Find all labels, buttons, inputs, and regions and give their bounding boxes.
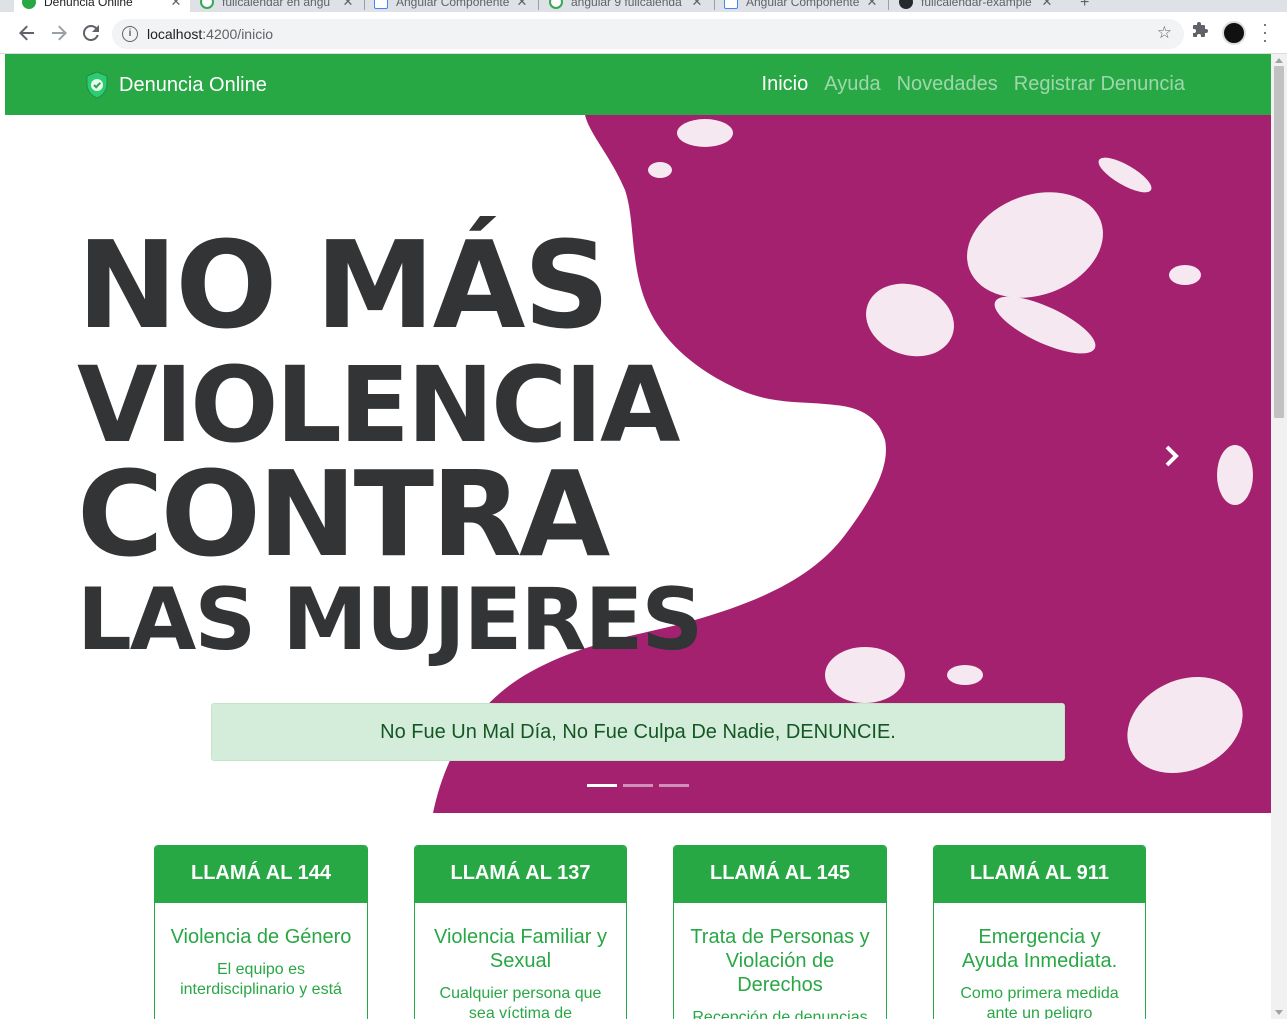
url-path: :4200/inicio bbox=[202, 26, 274, 42]
url-host: localhost bbox=[147, 26, 203, 42]
browser-tab-5[interactable]: Angular Componente ✕ bbox=[716, 0, 886, 12]
tab-separator bbox=[538, 0, 539, 10]
reload-button[interactable] bbox=[80, 22, 102, 44]
card-title: Trata de Personas y Violación de Derecho… bbox=[690, 926, 870, 996]
address-bar[interactable]: i localhost:4200/inicio ☆ bbox=[112, 19, 1184, 49]
tab-separator bbox=[714, 0, 715, 10]
nav-link-ayuda[interactable]: Ayuda bbox=[824, 73, 880, 96]
browser-tab-3[interactable]: Angular Componente ✕ bbox=[366, 0, 536, 12]
card-header: LLAMÁ AL 145 bbox=[674, 846, 886, 903]
browser-tab-4[interactable]: angular 9 fullcalenda ✕ bbox=[541, 0, 711, 12]
green-circle-favicon-icon bbox=[200, 0, 214, 9]
tab-title: Angular Componente bbox=[746, 0, 860, 9]
shield-favicon-icon bbox=[22, 0, 36, 9]
card-145: LLAMÁ AL 145 Trata de Personas y Violaci… bbox=[673, 845, 887, 1019]
github-favicon-icon bbox=[899, 0, 913, 9]
headline-line-2: VIOLENCIA bbox=[77, 344, 680, 466]
tab-title: Angular Componente bbox=[396, 0, 510, 9]
card-137: LLAMÁ AL 137 Violencia Familiar y Sexual… bbox=[414, 845, 627, 1019]
url-text: localhost:4200/inicio bbox=[147, 26, 273, 42]
tab-separator bbox=[888, 0, 889, 10]
browser-toolbar: i localhost:4200/inicio ☆ · · · bbox=[0, 12, 1287, 54]
carousel-next-button[interactable] bbox=[1160, 441, 1184, 471]
browser-tab-6[interactable]: fullcalendar-example ✕ bbox=[891, 0, 1061, 12]
doc-favicon-icon bbox=[374, 0, 388, 9]
browser-tab-denuncia[interactable]: Denuncia Online ✕ bbox=[14, 0, 190, 12]
scroll-up-arrow-icon[interactable] bbox=[1275, 58, 1283, 63]
chevron-right-icon bbox=[1165, 445, 1179, 467]
profile-avatar[interactable] bbox=[1222, 21, 1246, 45]
hero-headline: NO MÁS VIOLENCIA CONTRA LAS MUJERES bbox=[77, 217, 703, 670]
hero-carousel: NO MÁS VIOLENCIA CONTRA LAS MUJERES No F… bbox=[5, 115, 1271, 813]
extensions-puzzle-icon[interactable] bbox=[1193, 22, 1209, 43]
tab-separator bbox=[364, 0, 365, 10]
card-text: Cualquier persona que sea víctima de bbox=[439, 985, 602, 1019]
browser-menu-icon[interactable]: · · · bbox=[1262, 15, 1268, 49]
green-circle-favicon-icon bbox=[549, 0, 563, 9]
card-text: El equipo es interdisciplinario y está bbox=[180, 961, 342, 998]
close-icon[interactable]: ✕ bbox=[1039, 0, 1055, 10]
close-icon[interactable]: ✕ bbox=[689, 0, 705, 10]
nav-link-registrar-denuncia[interactable]: Registrar Denuncia bbox=[1014, 73, 1185, 96]
card-title: Violencia Familiar y Sexual bbox=[433, 926, 608, 972]
close-icon[interactable]: ✕ bbox=[514, 0, 530, 10]
new-tab-button[interactable]: + bbox=[1080, 0, 1089, 12]
carousel-indicator-3[interactable] bbox=[659, 784, 689, 787]
arrow-left-icon bbox=[19, 25, 34, 41]
nav-link-novedades[interactable]: Novedades bbox=[897, 73, 998, 96]
carousel-indicator-2[interactable] bbox=[623, 784, 653, 787]
browser-tab-2[interactable]: fullcalendar en angu ✕ bbox=[192, 0, 362, 12]
card-text: Recepción de denuncias las bbox=[692, 1009, 868, 1019]
doc-favicon-icon bbox=[724, 0, 738, 9]
navbar-brand[interactable]: Denuncia Online bbox=[85, 71, 267, 99]
shield-check-icon bbox=[86, 71, 108, 99]
scrollbar-thumb[interactable] bbox=[1274, 66, 1284, 418]
scroll-down-arrow-icon[interactable] bbox=[1275, 1010, 1283, 1015]
close-icon[interactable]: ✕ bbox=[864, 0, 880, 10]
back-button[interactable] bbox=[16, 22, 38, 44]
forward-button[interactable] bbox=[48, 22, 70, 44]
tab-title: fullcalendar en angu bbox=[222, 0, 331, 9]
hotline-cards: LLAMÁ AL 144 Violencia de Género El equi… bbox=[154, 845, 1147, 1019]
nav-link-inicio[interactable]: Inicio bbox=[762, 73, 809, 96]
page-viewport: Denuncia Online Inicio Ayuda Novedades R… bbox=[5, 54, 1271, 1019]
arrow-right-icon bbox=[52, 25, 67, 41]
carousel-indicator-1[interactable] bbox=[587, 784, 617, 787]
headline-line-4: LAS MUJERES bbox=[77, 570, 703, 670]
card-144: LLAMÁ AL 144 Violencia de Género El equi… bbox=[154, 845, 368, 1019]
browser-tabstrip: Denuncia Online ✕ fullcalendar en angu ✕… bbox=[0, 0, 1287, 12]
tab-title: angular 9 fullcalenda bbox=[571, 0, 682, 9]
bookmark-star-icon[interactable]: ☆ bbox=[1157, 23, 1172, 43]
headline-line-1: NO MÁS bbox=[77, 217, 610, 356]
card-header: LLAMÁ AL 137 bbox=[415, 846, 626, 903]
card-header: LLAMÁ AL 144 bbox=[155, 846, 367, 903]
page-scrollbar[interactable] bbox=[1271, 54, 1287, 1019]
card-title: Emergencia y Ayuda Inmediata. bbox=[961, 926, 1118, 972]
close-icon[interactable]: ✕ bbox=[168, 0, 184, 10]
tab-title: fullcalendar-example bbox=[921, 0, 1032, 9]
info-icon[interactable]: i bbox=[122, 26, 138, 42]
carousel-indicators bbox=[587, 784, 689, 787]
card-header: LLAMÁ AL 911 bbox=[934, 846, 1145, 903]
card-911: LLAMÁ AL 911 Emergencia y Ayuda Inmediat… bbox=[933, 845, 1146, 1019]
brand-name: Denuncia Online bbox=[119, 73, 267, 96]
headline-line-3: CONTRA bbox=[77, 445, 610, 583]
tab-title: Denuncia Online bbox=[44, 0, 133, 9]
card-title: Violencia de Género bbox=[170, 926, 352, 948]
card-text: Como primera medida ante un peligro bbox=[960, 985, 1119, 1019]
carousel-caption: No Fue Un Mal Día, No Fue Culpa De Nadie… bbox=[211, 703, 1065, 761]
site-navbar: Denuncia Online Inicio Ayuda Novedades R… bbox=[5, 54, 1271, 115]
reload-icon bbox=[83, 25, 99, 41]
nav-links: Inicio Ayuda Novedades Registrar Denunci… bbox=[762, 73, 1185, 96]
close-icon[interactable]: ✕ bbox=[340, 0, 356, 10]
